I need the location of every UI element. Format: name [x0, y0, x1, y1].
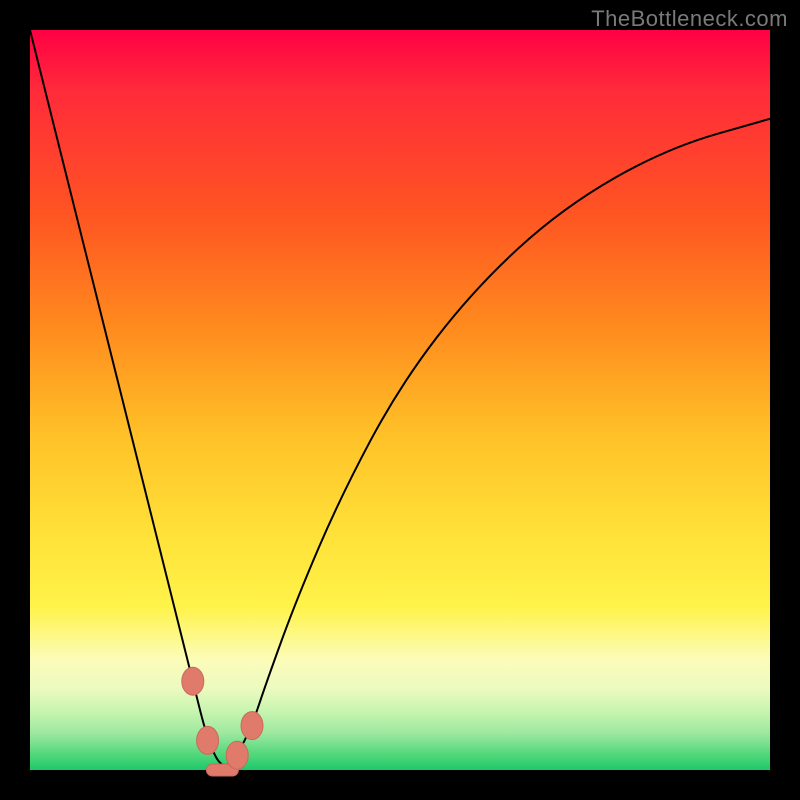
plot-area	[30, 30, 770, 770]
curve-svg	[30, 30, 770, 770]
valley-dot	[241, 712, 263, 740]
chart-stage: TheBottleneck.com	[0, 0, 800, 800]
valley-dot	[226, 741, 248, 769]
valley-dot	[197, 726, 219, 754]
watermark-text: TheBottleneck.com	[591, 6, 788, 32]
valley-dot	[182, 667, 204, 695]
valley-dots	[182, 667, 263, 776]
bottleneck-curve	[30, 30, 770, 765]
